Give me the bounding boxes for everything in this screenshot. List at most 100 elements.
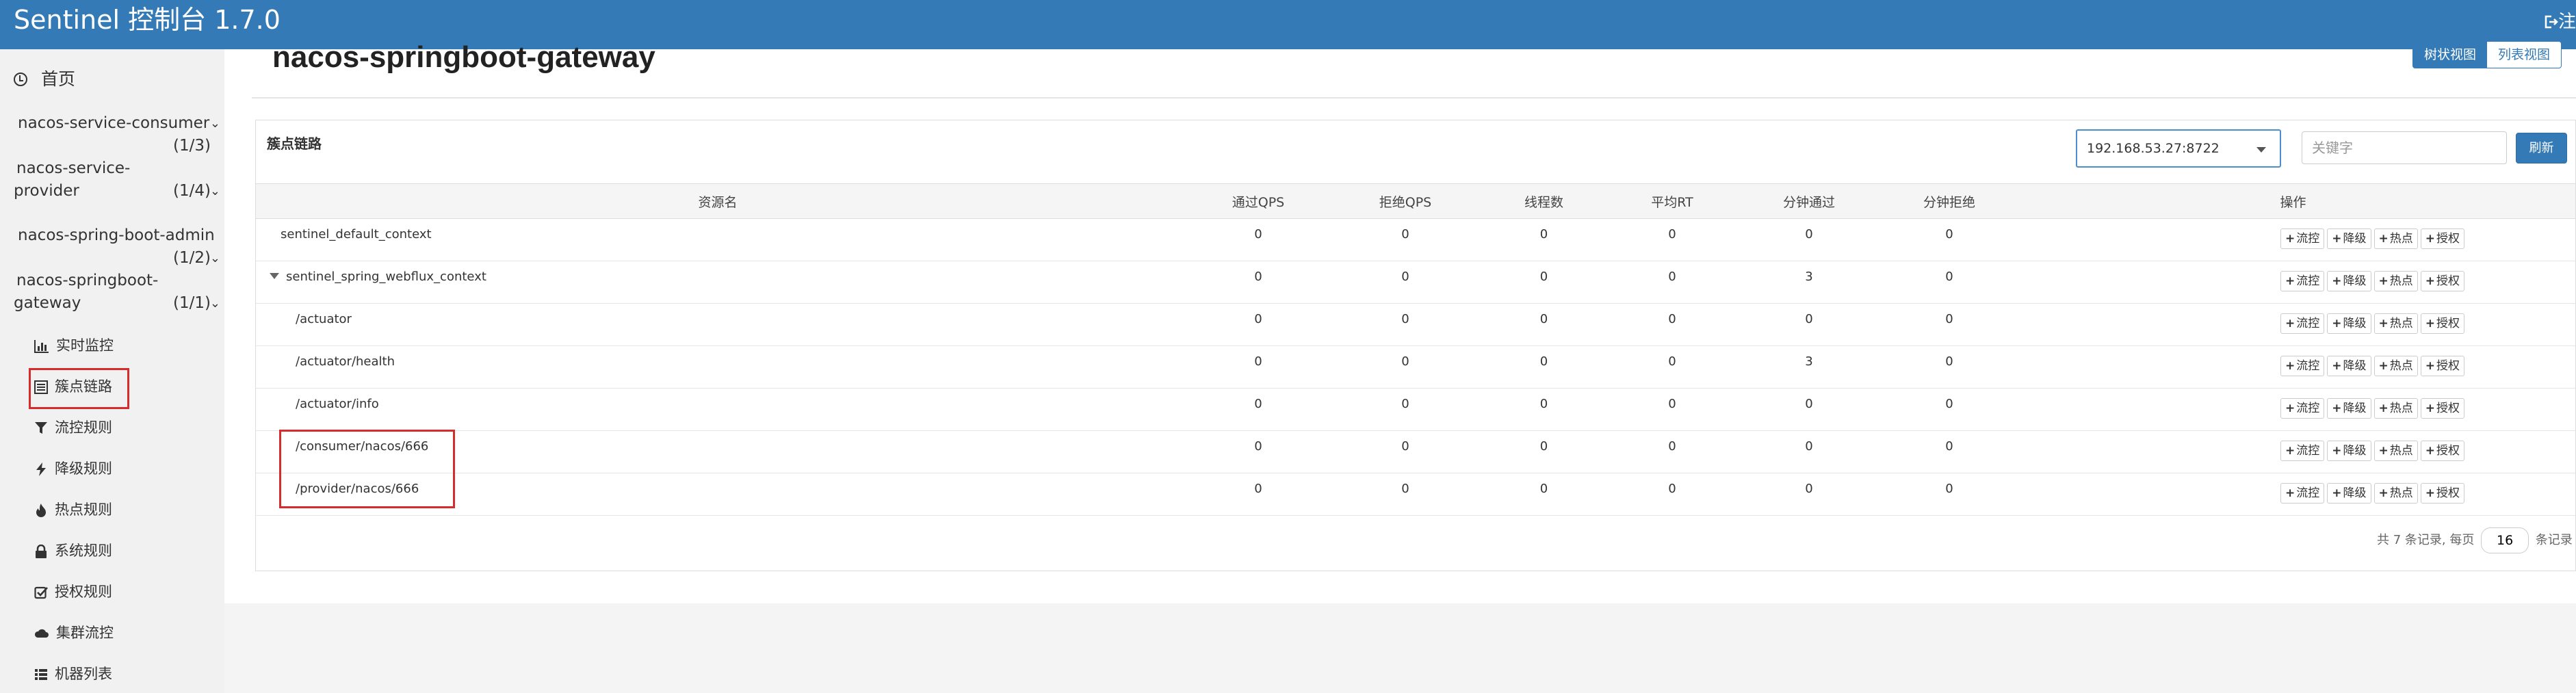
sidebar-item-realtime-monitor[interactable]: 实时监控 [34,335,114,356]
operations-cell: + 流控 + 降级 + 热点 + 授权 [2011,473,2575,516]
menu-label: 簇点链路 [55,378,112,395]
hotspot-button[interactable]: + 热点 [2373,356,2418,376]
table-row: /consumer/nacos/666 0 0 0 0 0 0 + 流控 + 降级 + 热点 + 授权 [256,430,2575,473]
min-block-cell: 0 [1888,303,2011,346]
authority-button[interactable]: + 授权 [2420,356,2464,376]
pagination: 共 7 条记录, 每页 条记录 [2377,527,2573,553]
degrade-button[interactable]: + 降级 [2327,271,2371,291]
app-name-line1: nacos-springboot- [16,272,159,289]
plus-icon: + [2285,486,2295,500]
hotspot-button[interactable]: + 热点 [2373,313,2418,334]
table-row: /provider/nacos/666 0 0 0 0 0 0 + 流控 + 降级 + 热点 + 授权 [256,473,2575,516]
sidebar-app-nacos-service-provider[interactable]: nacos-service- provider (1/4) ⌄ [0,157,220,207]
plus-icon: + [2285,359,2295,373]
block-qps-cell: 0 [1337,430,1474,473]
column-header: 资源名 [256,183,1180,219]
hotspot-button[interactable]: + 热点 [2373,441,2418,461]
table-row: /actuator/info 0 0 0 0 0 0 + 流控 + 降级 + 热点 + 授权 [256,388,2575,431]
sidebar-app-nacos-springboot-gateway[interactable]: nacos-springboot- gateway (1/1) ⌄ [0,270,220,319]
table-row: /actuator 0 0 0 0 0 0 + 流控 + 降级 + 热点 + 授权 [256,303,2575,346]
page-title: nacos-springboot-gateway [272,40,655,74]
hotspot-button[interactable]: + 热点 [2373,228,2418,249]
chevron-down-icon: ⌄ [209,251,220,265]
authority-button[interactable]: + 授权 [2420,271,2464,291]
authority-button[interactable]: + 授权 [2420,313,2464,334]
op-label: 流控 [2296,274,2320,288]
sidebar-item-home[interactable]: 首页 [14,67,75,92]
op-label: 降级 [2343,486,2367,500]
op-label: 授权 [2436,486,2460,500]
tree-view-button[interactable]: 树状视图 [2412,41,2488,68]
degrade-button[interactable]: + 降级 [2327,356,2371,376]
cluster-link-panel: 簇点链路 192.168.53.27:8722 刷新 资源名 通过QPS 拒绝Q… [255,120,2576,571]
avg-rt-cell: 0 [1614,218,1730,261]
table-row: sentinel_default_context 0 0 0 0 0 0 + 流控 + 降级 + 热点 +… [256,218,2575,261]
app-brand[interactable]: Sentinel 控制台 1.7.0 [14,3,281,37]
degrade-button[interactable]: + 降级 [2327,441,2371,461]
degrade-button[interactable]: + 降级 [2327,313,2371,334]
plus-icon: + [2285,274,2295,288]
flow-control-button[interactable]: + 流控 [2280,441,2325,461]
sidebar-item-flow-rules[interactable]: 流控规则 [34,417,112,438]
hotspot-button[interactable]: + 热点 [2373,398,2418,419]
resource-name-cell: /actuator/info [256,388,1180,431]
page-size-input[interactable] [2481,527,2529,553]
flow-control-button[interactable]: + 流控 [2280,483,2325,504]
sidebar-item-cluster-link[interactable]: 簇点链路 [34,376,112,397]
block-qps-cell: 0 [1337,218,1474,261]
flow-control-button[interactable]: + 流控 [2280,228,2325,249]
op-label: 降级 [2343,232,2367,246]
degrade-button[interactable]: + 降级 [2327,483,2371,504]
sidebar-item-cluster-flow[interactable]: 集群流控 [34,623,114,643]
threads-cell: 0 [1474,430,1614,473]
refresh-button[interactable]: 刷新 [2516,133,2567,164]
cloud-icon [34,629,49,638]
plus-icon: + [2425,402,2435,415]
flow-control-button[interactable]: + 流控 [2280,313,2325,334]
op-label: 流控 [2296,232,2320,246]
column-header: 分钟拒绝 [1888,183,2011,219]
plus-icon: + [2332,444,2342,458]
menu-label: 集群流控 [56,625,114,641]
plus-icon: + [2285,402,2295,415]
op-label: 降级 [2343,402,2367,415]
flow-control-button[interactable]: + 流控 [2280,398,2325,419]
resource-name-cell: sentinel_spring_webflux_context [256,261,1180,304]
column-header: 操作 [2011,183,2575,219]
flow-control-button[interactable]: + 流控 [2280,271,2325,291]
sidebar-app-nacos-spring-boot-admin[interactable]: nacos-spring-boot-admin (1/2) ⌄ [0,224,220,274]
authority-button[interactable]: + 授权 [2420,441,2464,461]
list-view-button[interactable]: 列表视图 [2486,41,2562,68]
block-qps-cell: 0 [1337,473,1474,516]
expand-caret-icon[interactable] [270,273,279,279]
hotspot-button[interactable]: + 热点 [2373,271,2418,291]
authority-button[interactable]: + 授权 [2420,398,2464,419]
menu-label: 授权规则 [55,584,112,600]
degrade-button[interactable]: + 降级 [2327,398,2371,419]
hotspot-button[interactable]: + 热点 [2373,483,2418,504]
machine-select[interactable]: 192.168.53.27:8722 [2076,129,2281,168]
sidebar: 首页 nacos-service-consumer ⌄ (1/3) nacos-… [0,49,224,693]
authority-button[interactable]: + 授权 [2420,483,2464,504]
min-block-cell: 0 [1888,388,2011,431]
logout-label: 注 [2558,12,2576,32]
sidebar-app-nacos-service-consumer[interactable]: nacos-service-consumer ⌄ (1/3) [0,112,220,161]
authority-button[interactable]: + 授权 [2420,228,2464,249]
caret-down-icon [2256,147,2266,153]
logout-link[interactable]: 注 [2542,10,2576,34]
keyword-search-input[interactable] [2302,131,2507,164]
op-label: 授权 [2436,232,2460,246]
sidebar-item-degrade-rules[interactable]: 降级规则 [34,458,112,479]
fire-icon [36,504,46,517]
bolt-icon [36,462,46,476]
degrade-button[interactable]: + 降级 [2327,228,2371,249]
avg-rt-cell: 0 [1614,473,1730,516]
flow-control-button[interactable]: + 流控 [2280,356,2325,376]
resource-name-cell: /actuator [256,303,1180,346]
sidebar-item-authority-rules[interactable]: 授权规则 [34,581,112,602]
sidebar-item-hotspot-rules[interactable]: 热点规则 [34,499,112,520]
resource-name: /actuator/health [296,354,395,369]
sidebar-item-machine-list[interactable]: 机器列表 [34,664,112,684]
sidebar-item-system-rules[interactable]: 系统规则 [34,540,112,561]
avg-rt-cell: 0 [1614,303,1730,346]
